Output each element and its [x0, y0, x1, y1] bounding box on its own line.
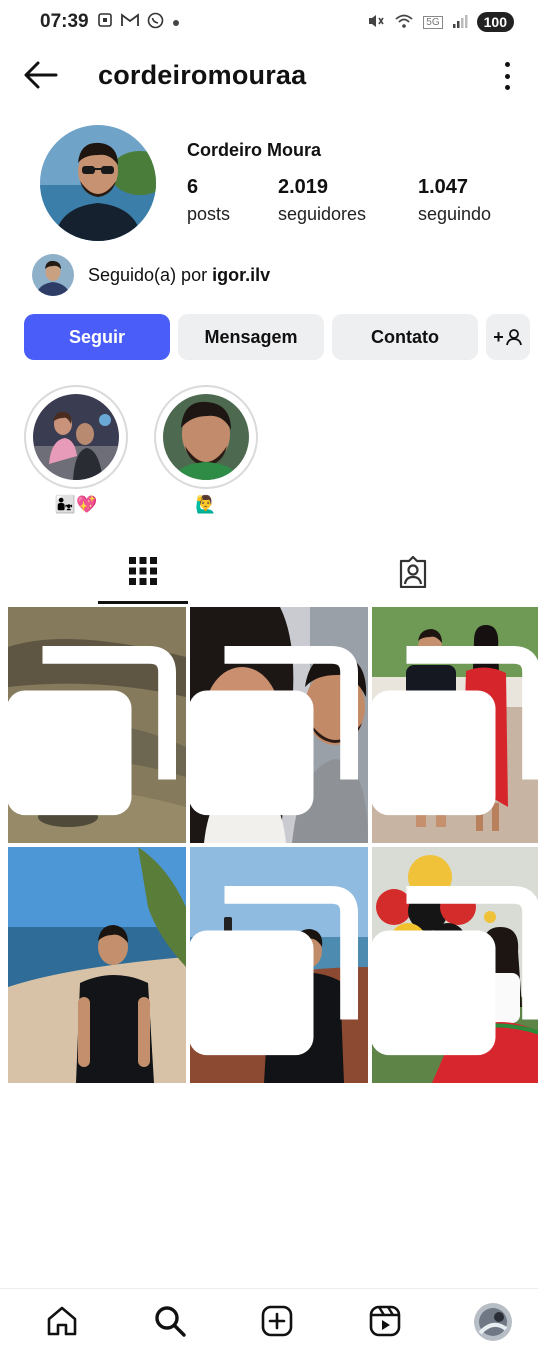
- multiple-photos-icon: [372, 646, 538, 816]
- profile-full-name: Cordeiro Moura: [187, 140, 322, 160]
- tab-tagged[interactable]: [368, 540, 458, 604]
- mute-icon: [367, 13, 385, 32]
- whatsapp-icon: [147, 12, 164, 33]
- stat-followers-value: 2.019: [278, 176, 329, 198]
- post-thumbnail-3[interactable]: [372, 607, 538, 843]
- nav-reels[interactable]: [367, 1303, 403, 1339]
- add-person-icon: +: [493, 327, 523, 348]
- create-icon: [261, 1305, 293, 1337]
- dot-icon: [172, 14, 180, 31]
- contact-button[interactable]: Contato: [332, 314, 478, 360]
- tab-grid[interactable]: [98, 540, 188, 604]
- grid-icon: [129, 556, 157, 585]
- nav-home[interactable]: [44, 1303, 80, 1339]
- gmail-icon: [120, 13, 139, 31]
- multiple-photos-icon: [372, 886, 538, 1056]
- stat-following-label: seguindo: [418, 204, 492, 224]
- followed-by-prefix: Seguido(a) por: [88, 264, 213, 285]
- highlight-caption: 🙋‍♂️: [195, 495, 217, 514]
- screenshot-icon: [97, 12, 113, 32]
- follower-avatar: [32, 254, 74, 296]
- profile-avatar[interactable]: [40, 125, 156, 241]
- status-time: 07:39: [40, 11, 89, 32]
- profile-tabs: [0, 540, 538, 604]
- stat-posts[interactable]: 6 posts: [187, 176, 230, 225]
- multiple-photos-icon: [190, 646, 358, 816]
- followed-by[interactable]: Seguido(a) por igor.ilv: [32, 254, 270, 296]
- profile-header: cordeiromouraa: [0, 50, 538, 100]
- post-thumbnail-4[interactable]: [8, 847, 186, 1083]
- post-thumbnail-6[interactable]: [372, 847, 538, 1083]
- highlight-cover: [33, 394, 119, 480]
- multiple-photos-icon: [190, 886, 358, 1056]
- multiple-photos-icon: [8, 646, 176, 816]
- stat-followers-label: seguidores: [278, 204, 367, 224]
- home-icon: [47, 1306, 77, 1336]
- wifi-icon: [394, 13, 414, 32]
- nav-profile-avatar[interactable]: [474, 1303, 512, 1341]
- kebab-menu-icon[interactable]: [502, 62, 512, 90]
- post-thumbnail-1[interactable]: [8, 607, 186, 843]
- back-button[interactable]: [22, 58, 62, 92]
- followed-by-user[interactable]: igor.ilv: [212, 265, 270, 285]
- message-button[interactable]: Mensagem: [178, 314, 324, 360]
- status-left: 07:39: [40, 11, 180, 33]
- bottom-navigation: [0, 1288, 538, 1345]
- followed-by-text: Seguido(a) por igor.ilv: [88, 265, 270, 286]
- highlight-cover: [163, 394, 249, 480]
- highlight-ring: [154, 385, 258, 489]
- add-person-plus: +: [493, 326, 504, 347]
- battery-indicator: 100: [476, 12, 514, 32]
- highlight-ring: [24, 385, 128, 489]
- nav-search[interactable]: [152, 1303, 188, 1339]
- status-right: 5G 100: [367, 12, 514, 32]
- post-thumbnail-5[interactable]: [190, 847, 368, 1083]
- story-highlight-1[interactable]: 👨‍👧💖: [24, 385, 128, 515]
- tagged-icon: [399, 556, 427, 588]
- profile-username: cordeiromouraa: [98, 60, 307, 90]
- stat-posts-value: 6: [187, 176, 199, 198]
- search-icon: [155, 1306, 186, 1337]
- status-bar: 07:39 5G 100: [0, 0, 538, 44]
- 5g-icon: 5G: [423, 15, 443, 29]
- stat-following[interactable]: 1.047 seguindo: [418, 176, 491, 225]
- arrow-left-icon: [24, 61, 58, 89]
- nav-create[interactable]: [259, 1303, 295, 1339]
- stat-following-value: 1.047: [418, 176, 469, 198]
- highlight-caption: 👨‍👧💖: [54, 495, 98, 514]
- story-highlight-2[interactable]: 🙋‍♂️: [154, 385, 258, 515]
- follow-button[interactable]: Seguir: [24, 314, 170, 360]
- signal-icon: [452, 14, 468, 31]
- reels-icon: [369, 1305, 401, 1337]
- stat-followers[interactable]: 2.019 seguidores: [278, 176, 366, 225]
- add-person-button[interactable]: +: [486, 314, 530, 360]
- stat-posts-label: posts: [187, 204, 231, 224]
- post-thumbnail-2[interactable]: [190, 607, 368, 843]
